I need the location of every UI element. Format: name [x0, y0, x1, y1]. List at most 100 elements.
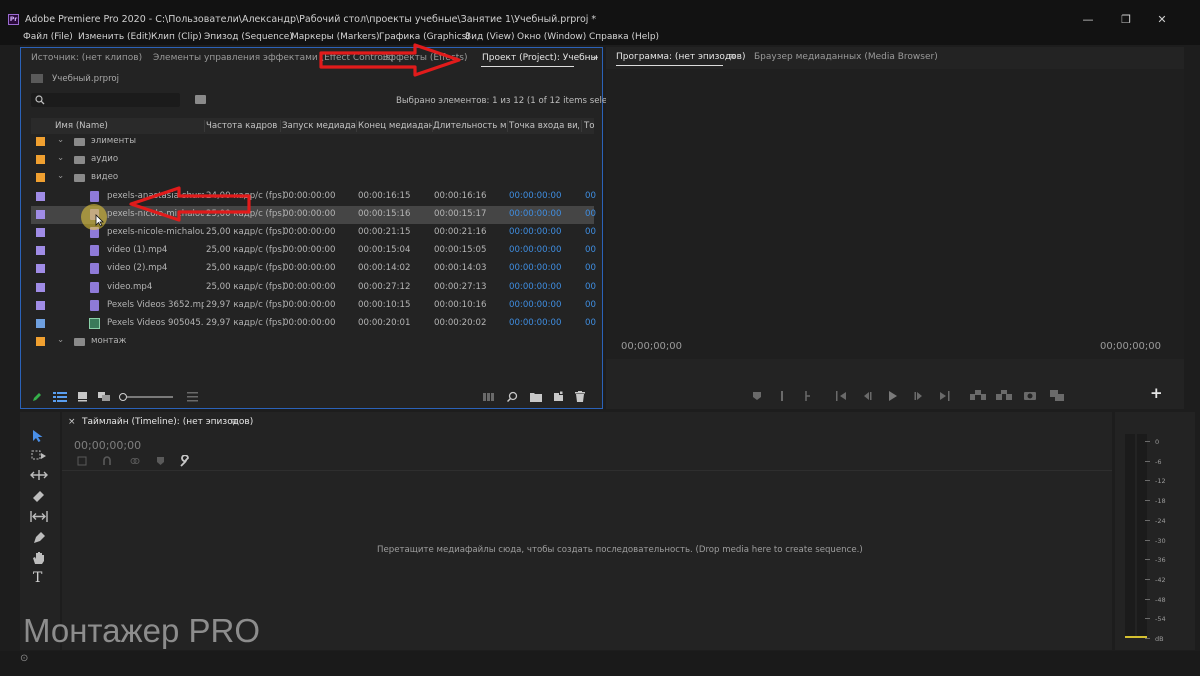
column-video-in[interactable]: Точка входа виде	[509, 121, 579, 131]
step-forward-icon[interactable]	[914, 391, 924, 401]
add-marker-icon[interactable]	[156, 456, 165, 466]
clip-row[interactable]: Pexels Videos 3652.mp 29,97 кадр/с (fps) 0…	[31, 297, 596, 315]
chevron-down-icon[interactable]: ⌄	[57, 171, 64, 181]
extract-icon[interactable]	[996, 390, 1012, 401]
menu-window[interactable]: Окно (Window)	[517, 32, 586, 42]
chevron-down-icon[interactable]: ⌄	[57, 335, 64, 345]
column-truncated[interactable]: То	[584, 121, 594, 131]
snap-icon[interactable]	[102, 456, 112, 466]
sort-icons-icon[interactable]	[187, 392, 198, 402]
icon-view-icon[interactable]	[77, 391, 88, 402]
label-color-swatch[interactable]	[36, 282, 45, 292]
list-view-icon[interactable]	[53, 392, 67, 402]
wrench-icon[interactable]	[179, 455, 191, 467]
mark-out-icon[interactable]	[804, 390, 812, 402]
menu-help[interactable]: Справка (Help)	[589, 32, 659, 42]
label-color-swatch[interactable]	[36, 209, 45, 219]
column-duration[interactable]: Длительность ме	[433, 121, 507, 131]
nest-icon[interactable]	[77, 456, 87, 466]
column-frame-rate[interactable]: Частота кадров (F	[206, 121, 280, 131]
new-bin-icon[interactable]	[530, 392, 542, 402]
label-color-swatch[interactable]	[36, 137, 45, 146]
bin-row[interactable]: ⌄ видео	[31, 169, 594, 187]
menu-sequence[interactable]: Эпизод (Sequence)	[204, 32, 293, 42]
label-color-swatch[interactable]	[36, 155, 45, 165]
new-search-bin-icon[interactable]	[195, 95, 206, 104]
label-color-swatch[interactable]	[36, 173, 45, 183]
tab-timeline[interactable]: Таймлайн (Timeline): (нет эпизодов)	[82, 417, 253, 427]
label-color-swatch[interactable]	[36, 300, 45, 310]
search-input[interactable]	[31, 93, 180, 107]
clip-row[interactable]: video (2).mp4 25,00 кадр/с (fps) 00:00:00:…	[31, 260, 596, 278]
play-icon[interactable]	[888, 390, 898, 402]
button-editor-add-button[interactable]: +	[1150, 384, 1163, 402]
zoom-slider-handle[interactable]	[119, 393, 127, 401]
panel-menu-icon[interactable]: ≡	[230, 417, 238, 427]
automate-to-sequence-icon[interactable]	[483, 392, 495, 402]
find-icon[interactable]	[507, 391, 518, 402]
linked-selection-icon[interactable]	[130, 456, 140, 466]
label-color-swatch[interactable]	[36, 337, 45, 347]
menu-edit[interactable]: Изменить (Edit)	[78, 32, 151, 42]
trash-icon[interactable]	[575, 391, 585, 402]
pencil-icon[interactable]	[31, 391, 43, 403]
chevron-down-icon[interactable]: ⌄	[57, 135, 64, 145]
zoom-slider-track[interactable]	[127, 396, 173, 398]
freeform-view-icon[interactable]	[97, 391, 111, 402]
menu-view[interactable]: Вид (View)	[465, 32, 515, 42]
tab-program[interactable]: Программа: (нет эпизодов)	[616, 52, 745, 62]
bin-row[interactable]: ⌄ аудио	[31, 151, 594, 169]
close-button[interactable]: ✕	[1148, 12, 1176, 28]
label-color-swatch[interactable]	[36, 264, 45, 274]
bin-row[interactable]: ⌄ монтаж	[31, 333, 594, 351]
column-media-start[interactable]: Запуск медиадан	[282, 121, 356, 131]
go-to-out-icon[interactable]	[938, 391, 950, 401]
clip-row[interactable]: pexels-nicole-michalou- 25,00 кадр/с (fps…	[31, 224, 596, 242]
clip-row[interactable]: pexels-anastasia-shura 24,00 кадр/с (fps)…	[31, 188, 596, 206]
razor-tool-icon[interactable]	[32, 490, 46, 503]
chevron-down-icon[interactable]: ⌄	[57, 153, 64, 163]
tab-source[interactable]: Источник: (нет клипов)	[31, 53, 142, 63]
bin-row[interactable]: ⌄ элименты	[31, 133, 594, 151]
menu-clip[interactable]: Клип (Clip)	[151, 32, 202, 42]
menu-graphics[interactable]: Графика (Graphics)	[379, 32, 470, 42]
type-tool-icon[interactable]: T	[33, 570, 42, 586]
step-back-icon[interactable]	[862, 391, 872, 401]
clip-row[interactable]: Pexels Videos 905045. 29,97 кадр/с (fps) 0…	[31, 315, 596, 333]
track-select-tool-icon[interactable]	[31, 449, 47, 461]
timeline-timecode[interactable]: 00;00;00;00	[74, 439, 141, 452]
tab-media-browser[interactable]: Браузер медиаданных (Media Browser)	[754, 52, 938, 62]
new-item-icon[interactable]	[553, 391, 564, 402]
label-color-swatch[interactable]	[36, 228, 45, 237]
column-name[interactable]: Имя (Name)	[55, 121, 205, 131]
slip-tool-icon[interactable]	[30, 510, 48, 523]
comparison-view-icon[interactable]	[1050, 390, 1064, 401]
hand-tool-icon[interactable]	[32, 551, 46, 565]
minimize-button[interactable]: —	[1074, 12, 1102, 28]
sync-status-icon[interactable]: ⊙	[20, 653, 28, 664]
label-color-swatch[interactable]	[36, 191, 45, 201]
menu-markers[interactable]: Маркеры (Markers)	[291, 32, 379, 42]
tab-project[interactable]: Проект (Project): Учебны	[482, 53, 598, 63]
pen-tool-icon[interactable]	[32, 531, 46, 545]
clip-row[interactable]: video (1).mp4 25,00 кадр/с (fps) 00:00:00:…	[31, 242, 596, 260]
mark-in-icon[interactable]	[779, 390, 785, 402]
panel-overflow-button[interactable]: »	[593, 53, 599, 63]
column-media-end[interactable]: Конец медиаданн	[358, 121, 432, 131]
clip-row[interactable]: video.mp4 25,00 кадр/с (fps) 00:00:00:00 00…	[31, 279, 596, 297]
lift-icon[interactable]	[970, 390, 986, 401]
menu-file[interactable]: Файл (File)	[23, 32, 73, 42]
ripple-edit-tool-icon[interactable]	[30, 469, 48, 481]
playhead-timecode[interactable]: 00;00;00;00	[621, 341, 682, 352]
label-color-swatch[interactable]	[36, 246, 45, 256]
close-tab-button[interactable]: ×	[68, 417, 76, 427]
go-to-in-icon[interactable]	[836, 391, 848, 401]
clip-row[interactable]: pexels-nicole-michalou- 25,00 кадр/с (fps…	[31, 205, 596, 224]
program-viewer[interactable]	[606, 69, 1184, 359]
restore-button[interactable]: ❐	[1112, 12, 1140, 28]
add-marker-icon[interactable]	[752, 391, 762, 401]
export-frame-icon[interactable]	[1024, 390, 1036, 401]
panel-menu-icon[interactable]: ≡	[729, 52, 737, 62]
label-color-swatch[interactable]	[36, 319, 45, 328]
selection-tool-icon[interactable]	[32, 429, 44, 442]
